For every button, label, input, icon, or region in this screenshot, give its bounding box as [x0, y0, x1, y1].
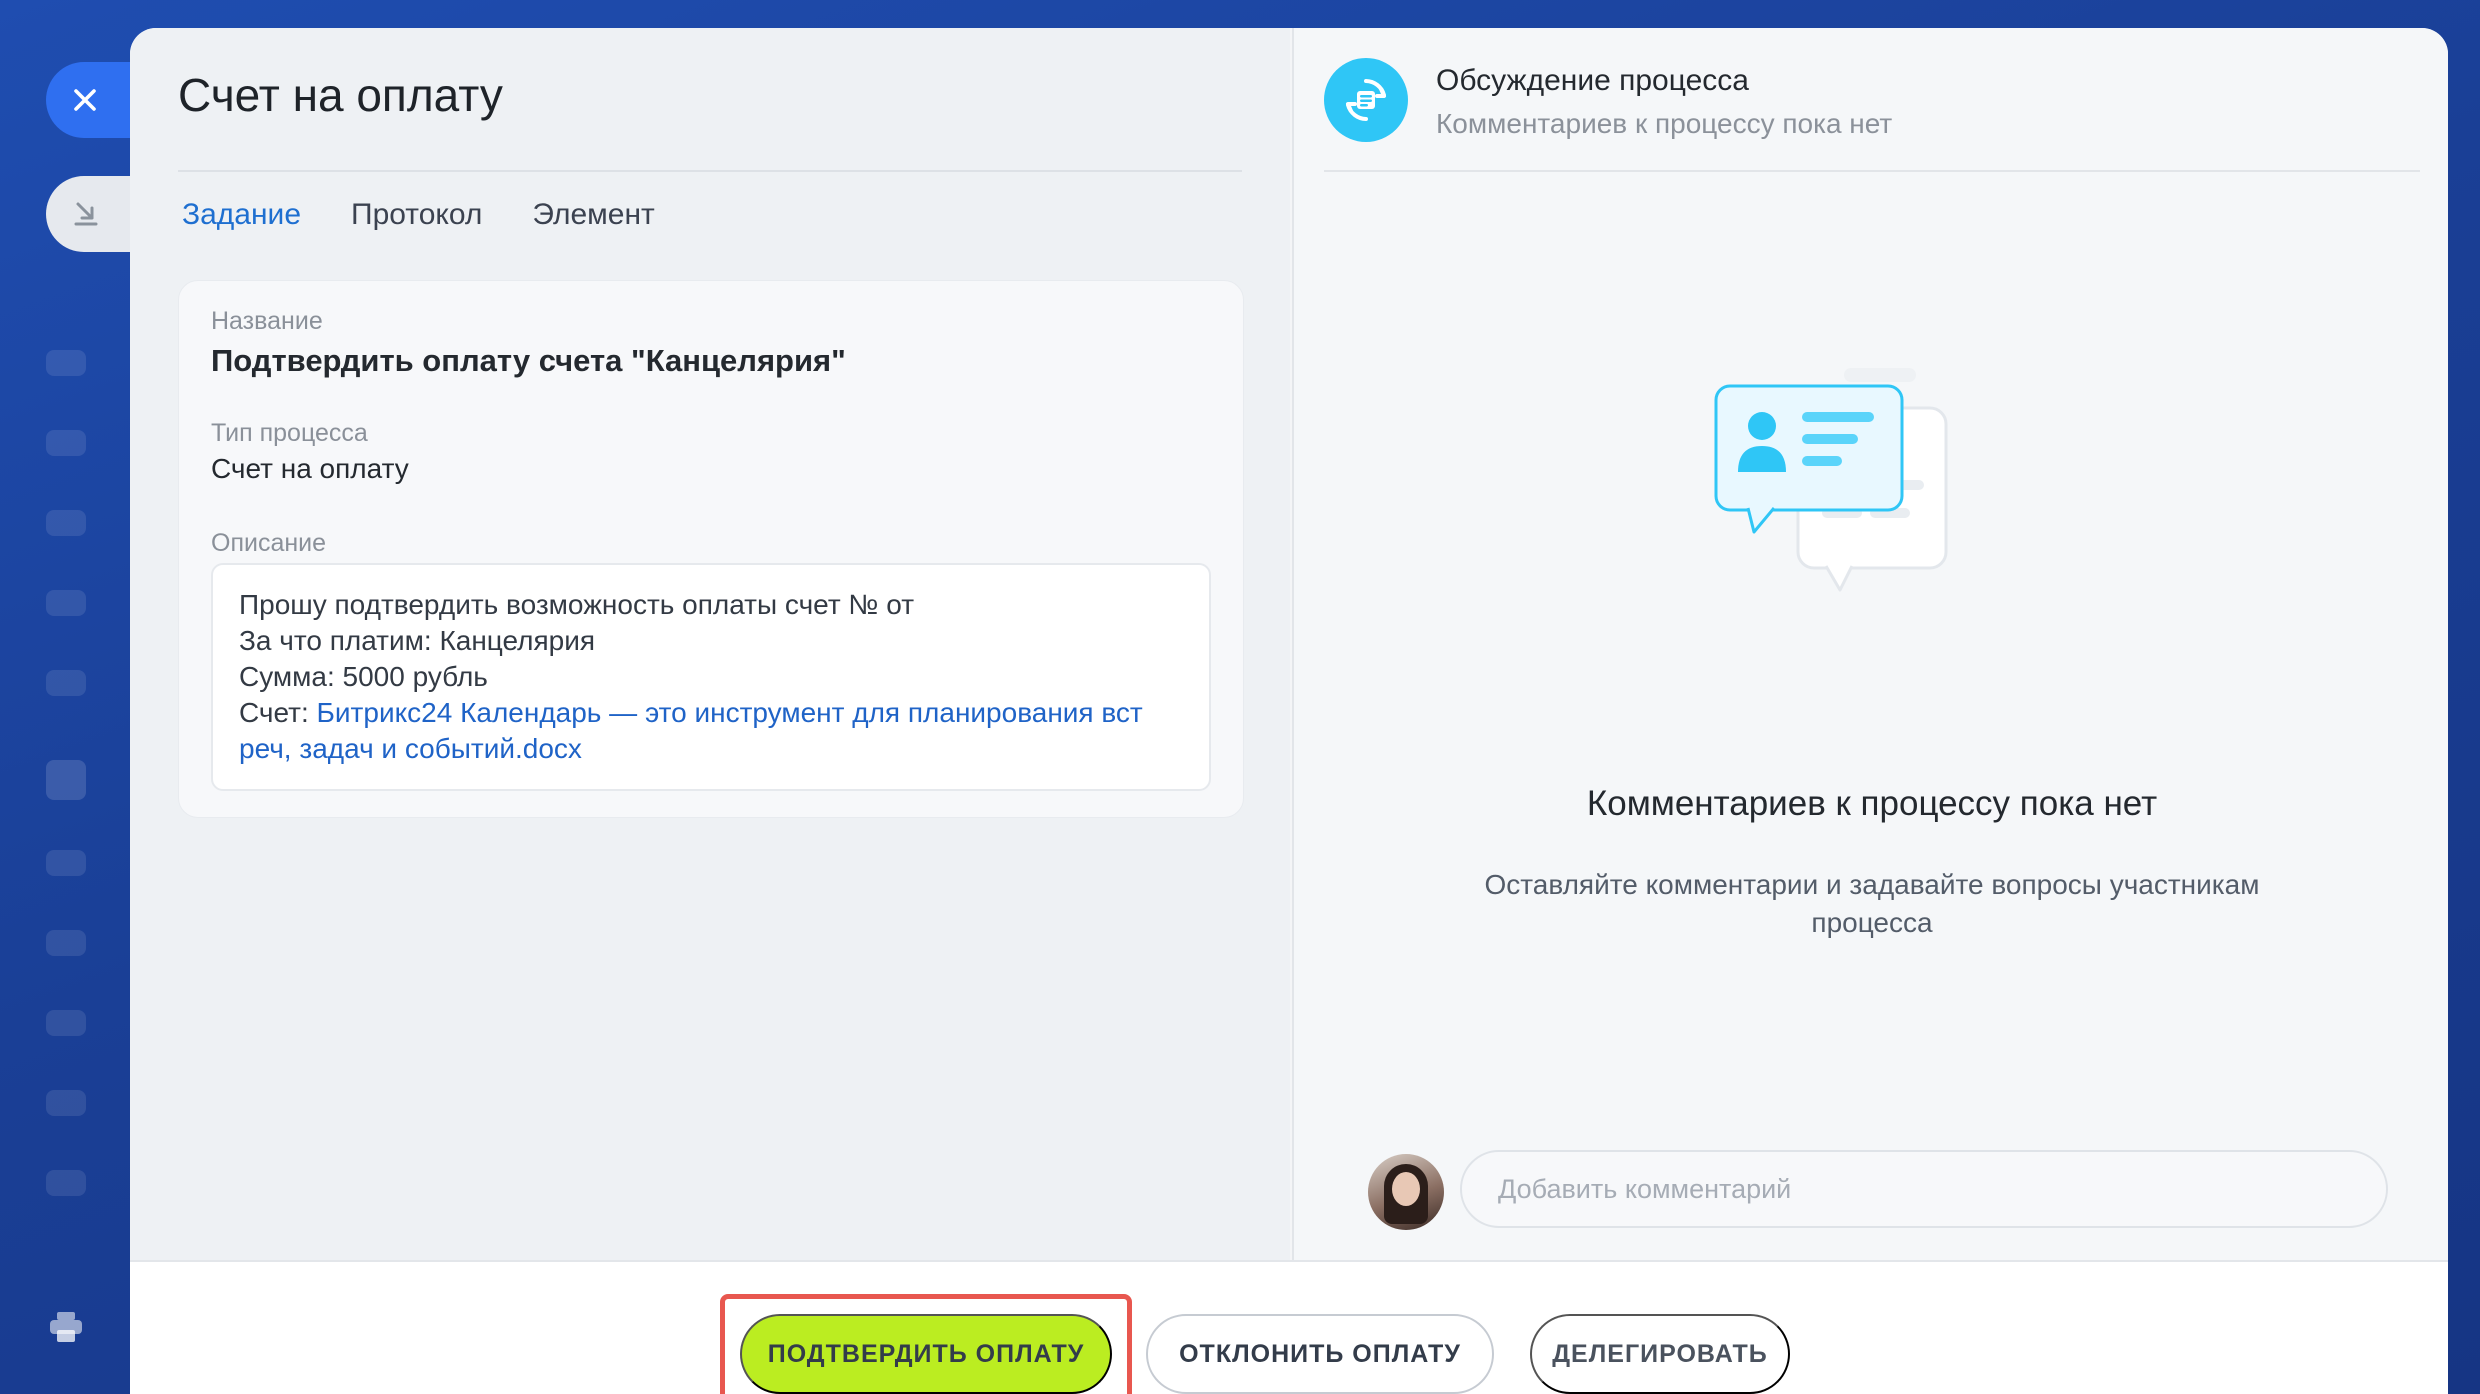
description-box: Прошу подтвердить возможность оплаты сче… [211, 563, 1211, 791]
tab-protocol[interactable]: Протокол [351, 198, 482, 246]
print-button[interactable] [48, 1310, 84, 1349]
background-menu-item [46, 590, 86, 616]
tabs: Задание Протокол Элемент [182, 198, 655, 246]
tab-task[interactable]: Задание [182, 198, 301, 246]
invoice-prefix: Счет: [239, 697, 317, 728]
description-line: Сумма: 5000 рубль [239, 661, 488, 692]
background-menu-item [46, 850, 86, 876]
background-menu-item [46, 350, 86, 376]
action-footer: ПОДТВЕРДИТЬ ОПЛАТУ ОТКЛОНИТЬ ОПЛАТУ ДЕЛЕ… [130, 1260, 2448, 1394]
invoice-file-link[interactable]: Битрикс24 Календарь — это инструмент для… [239, 697, 1143, 764]
field-label-description: Описание [211, 529, 327, 557]
description-line: За что платим: Канцелярия [239, 625, 596, 656]
background-menu-item [46, 1090, 86, 1116]
empty-comments-title: Комментариев к процессу пока нет [1586, 784, 2158, 823]
page-title: Счет на оплату [178, 69, 503, 121]
divider [1324, 170, 2420, 172]
avatar [1368, 1154, 1444, 1230]
process-type-value: Счет на оплату [211, 453, 409, 484]
background-menu-item [46, 1170, 86, 1196]
discussion-subtitle: Комментариев к процессу пока нет [1436, 108, 1893, 139]
description-line: Прошу подтвердить возможность оплаты сче… [239, 589, 915, 620]
close-icon [74, 89, 96, 111]
avatar-face [1392, 1172, 1420, 1206]
add-comment-input[interactable] [1460, 1150, 2388, 1228]
task-details-card: Название Подтвердить оплату счета "Канце… [178, 280, 1244, 818]
background-menu-item [46, 1010, 86, 1036]
task-name: Подтвердить оплату счета "Канцелярия" [211, 343, 846, 378]
approve-payment-button[interactable]: ПОДТВЕРДИТЬ ОПЛАТУ [740, 1314, 1112, 1394]
background-menu-item [46, 510, 86, 536]
field-label-name: Название [211, 307, 323, 335]
background-menu-item [46, 670, 86, 696]
discussion-pane: Обсуждение процесса Комментариев к проце… [1292, 28, 2448, 1260]
empty-comments-text: Оставляйте комментарии и задавайте вопро… [1484, 869, 2260, 938]
business-process-task-slider: Счет на оплату Задание Протокол Элемент … [130, 28, 2448, 1394]
background-menu-item [46, 930, 86, 956]
background-menu-item [46, 760, 86, 800]
discussion-title: Обсуждение процесса [1436, 64, 1749, 97]
collapse-icon [74, 202, 98, 226]
task-pane: Счет на оплату Задание Протокол Элемент … [130, 28, 1290, 1260]
process-discussion-icon [1324, 58, 1408, 142]
field-label-process-type: Тип процесса [211, 419, 368, 447]
reject-payment-button[interactable]: ОТКЛОНИТЬ ОПЛАТУ [1146, 1314, 1494, 1394]
description-line: Счет: Битрикс24 Календарь — это инструме… [239, 695, 1183, 767]
delegate-button[interactable]: ДЕЛЕГИРОВАТЬ [1530, 1314, 1790, 1394]
empty-comments-illustration [1714, 368, 1948, 592]
background-menu-item [46, 430, 86, 456]
divider [178, 170, 1242, 172]
print-icon [50, 1312, 82, 1342]
tab-element[interactable]: Элемент [532, 198, 654, 246]
